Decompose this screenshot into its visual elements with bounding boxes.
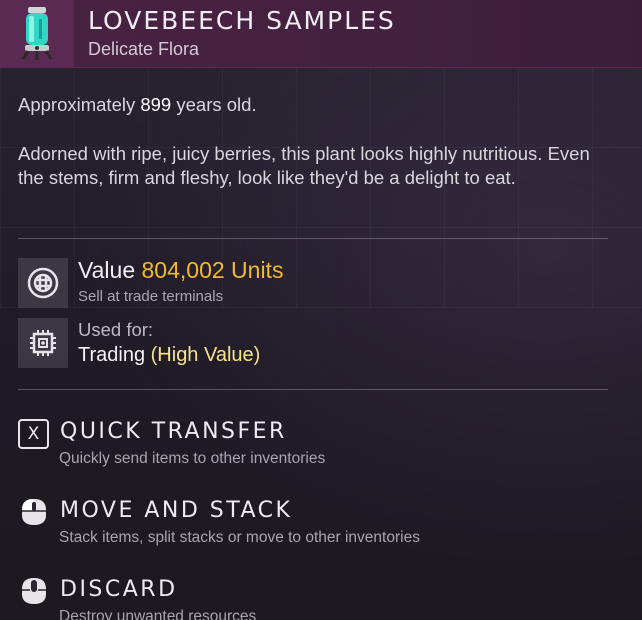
item-header: LOVEBEECH SAMPLES Delicate Flora [0, 0, 642, 68]
trade-chip-icon [18, 318, 68, 368]
move-and-stack-title: MOVE AND STACK [60, 498, 293, 523]
value-label: Value [78, 257, 136, 283]
mouse-left-click-icon [18, 497, 49, 527]
item-flavor-text: Adorned with ripe, juicy berries, this p… [18, 143, 590, 188]
specimen-canister-icon [0, 0, 74, 68]
move-and-stack-action[interactable]: MOVE AND STACK Stack items, split stacks… [0, 491, 642, 567]
item-title: LOVEBEECH SAMPLES [88, 6, 396, 35]
mouse-middle-click-icon [18, 576, 49, 606]
divider [18, 238, 608, 239]
item-category: Delicate Flora [88, 39, 200, 59]
x-key-label: X [27, 424, 40, 444]
age-prefix: Approximately [18, 94, 141, 115]
used-for-tag: (High Value) [150, 344, 261, 366]
units-currency-icon [18, 258, 68, 308]
discard-subtitle: Destroy unwanted resources [59, 608, 257, 620]
x-key-icon: X [18, 419, 49, 449]
divider [18, 389, 608, 390]
discard-title: DISCARD [60, 577, 178, 602]
move-and-stack-subtitle: Stack items, split stacks or move to oth… [59, 529, 420, 546]
quick-transfer-action[interactable]: X QUICK TRANSFER Quickly send items to o… [0, 412, 642, 488]
used-for-label: Used for: [78, 319, 154, 340]
discard-action[interactable]: DISCARD Destroy unwanted resources [0, 570, 642, 620]
age-value: 899 [140, 94, 172, 115]
value-amount: 804,002 Units [141, 257, 284, 283]
quick-transfer-subtitle: Quickly send items to other inventories [59, 450, 326, 467]
used-for-value: Trading [78, 344, 146, 366]
quick-transfer-title: QUICK TRANSFER [60, 419, 287, 444]
value-note: Sell at trade terminals [78, 288, 224, 305]
item-age: Approximately 899 years old. [18, 93, 618, 117]
used-for-line: Trading (High Value) [78, 344, 260, 367]
value-line: Value 804,002 Units [78, 257, 283, 284]
age-suffix: years old. [171, 94, 257, 115]
